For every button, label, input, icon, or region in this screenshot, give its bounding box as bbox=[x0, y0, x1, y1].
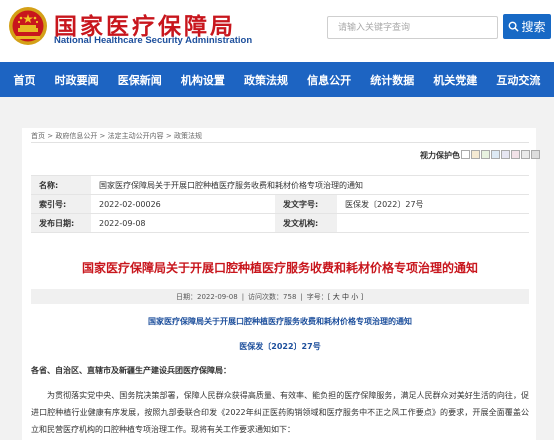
nav-item-home[interactable]: 首页 bbox=[10, 72, 40, 88]
info-row: 名称: 国家医疗保障局关于开展口腔种植医疗服务收费和耗材价格专项治理的通知 bbox=[31, 175, 529, 195]
color-swatch[interactable] bbox=[481, 150, 490, 159]
search-icon bbox=[509, 21, 520, 32]
font-size-small-link[interactable]: 小 bbox=[351, 293, 358, 301]
color-swatch[interactable] bbox=[511, 150, 520, 159]
org-label: 发文机构: bbox=[275, 213, 337, 233]
index-value: 2022-02-00026 bbox=[91, 194, 275, 214]
color-swatch[interactable] bbox=[501, 150, 510, 159]
color-swatch[interactable] bbox=[491, 150, 500, 159]
national-emblem-icon[interactable] bbox=[8, 6, 48, 46]
breadcrumb[interactable]: 首页 > 政府信息公开 > 法定主动公开内容 > 政策法规 bbox=[31, 131, 202, 141]
color-swatch[interactable] bbox=[461, 150, 470, 159]
vision-color-swatches bbox=[461, 150, 540, 159]
search-button-label: 搜索 bbox=[521, 20, 546, 34]
nav-item-interaction[interactable]: 互动交流 bbox=[492, 72, 544, 88]
color-swatch[interactable] bbox=[521, 150, 530, 159]
index-label: 索引号: bbox=[31, 194, 91, 214]
font-size-control: 字号：[ 大 中 小 ] bbox=[307, 292, 363, 302]
name-label: 名称: bbox=[31, 175, 91, 195]
meta-views: 访问次数：758 bbox=[248, 292, 297, 301]
name-value: 国家医疗保障局关于开展口腔种植医疗服务收费和耗材价格专项治理的通知 bbox=[91, 175, 529, 195]
date-label: 发布日期: bbox=[31, 213, 91, 233]
info-row: 索引号: 2022-02-00026 发文字号: 医保发〔2022〕27号 bbox=[31, 194, 529, 214]
nav-item-medical-insurance-news[interactable]: 医保新闻 bbox=[114, 72, 166, 88]
nav-item-statistics[interactable]: 统计数据 bbox=[366, 72, 418, 88]
org-value bbox=[337, 213, 529, 233]
nav-item-information-disclosure[interactable]: 信息公开 bbox=[303, 72, 355, 88]
main-nav: 首页 时政要闻 医保新闻 机构设置 政策法规 信息公开 统计数据 机关党建 互动… bbox=[0, 62, 554, 97]
document-number: 医保发〔2022〕27号 bbox=[239, 342, 321, 351]
meta-separator: | bbox=[241, 292, 245, 301]
body-paragraph: 为贯彻落实党中央、国务院决策部署，保障人民群众获得高质量、有效率、能负担的医疗保… bbox=[31, 391, 529, 434]
article-meta-bar: 日期：2022-09-08 | 访问次数：758 | 字号：[ 大 中 小 ] bbox=[31, 289, 529, 304]
document-subtitle: 国家医疗保障局关于开展口腔种植医疗服务收费和耗材价格专项治理的通知 bbox=[148, 317, 412, 326]
nav-item-organization[interactable]: 机构设置 bbox=[177, 72, 229, 88]
document-info-table: 名称: 国家医疗保障局关于开展口腔种植医疗服务收费和耗材价格专项治理的通知 索引… bbox=[31, 175, 529, 233]
font-size-medium-link[interactable]: 中 bbox=[342, 293, 349, 301]
doc-no-value: 医保发〔2022〕27号 bbox=[337, 194, 529, 214]
search-button[interactable]: 搜索 bbox=[503, 14, 551, 39]
nav-item-policies[interactable]: 政策法规 bbox=[240, 72, 292, 88]
search-input[interactable] bbox=[327, 16, 498, 39]
site-subtitle: National Healthcare Security Administrat… bbox=[54, 35, 253, 46]
color-swatch[interactable] bbox=[531, 150, 540, 159]
font-size-large-link[interactable]: 大 bbox=[333, 293, 340, 301]
color-swatch[interactable] bbox=[471, 150, 480, 159]
meta-date: 日期：2022-09-08 bbox=[176, 292, 238, 301]
article-title: 国家医疗保障局关于开展口腔种植医疗服务收费和耗材价格专项治理的通知 bbox=[81, 261, 478, 275]
nav-item-current-affairs[interactable]: 时政要闻 bbox=[51, 72, 103, 88]
date-value: 2022-09-08 bbox=[91, 213, 275, 233]
site-header: 国家医疗保障局 National Healthcare Security Adm… bbox=[0, 0, 554, 62]
font-size-label: 字号：[ bbox=[306, 292, 331, 301]
nav-item-party-building[interactable]: 机关党建 bbox=[429, 72, 481, 88]
meta-separator: | bbox=[300, 292, 303, 301]
breadcrumb-divider bbox=[31, 142, 529, 143]
doc-no-label: 发文字号: bbox=[275, 194, 337, 214]
font-size-close: ] bbox=[360, 292, 364, 301]
addressee: 各省、自治区、直辖市及新疆生产建设兵团医疗保障局： bbox=[31, 366, 231, 375]
info-row: 发布日期: 2022-09-08 发文机构: bbox=[31, 213, 529, 233]
